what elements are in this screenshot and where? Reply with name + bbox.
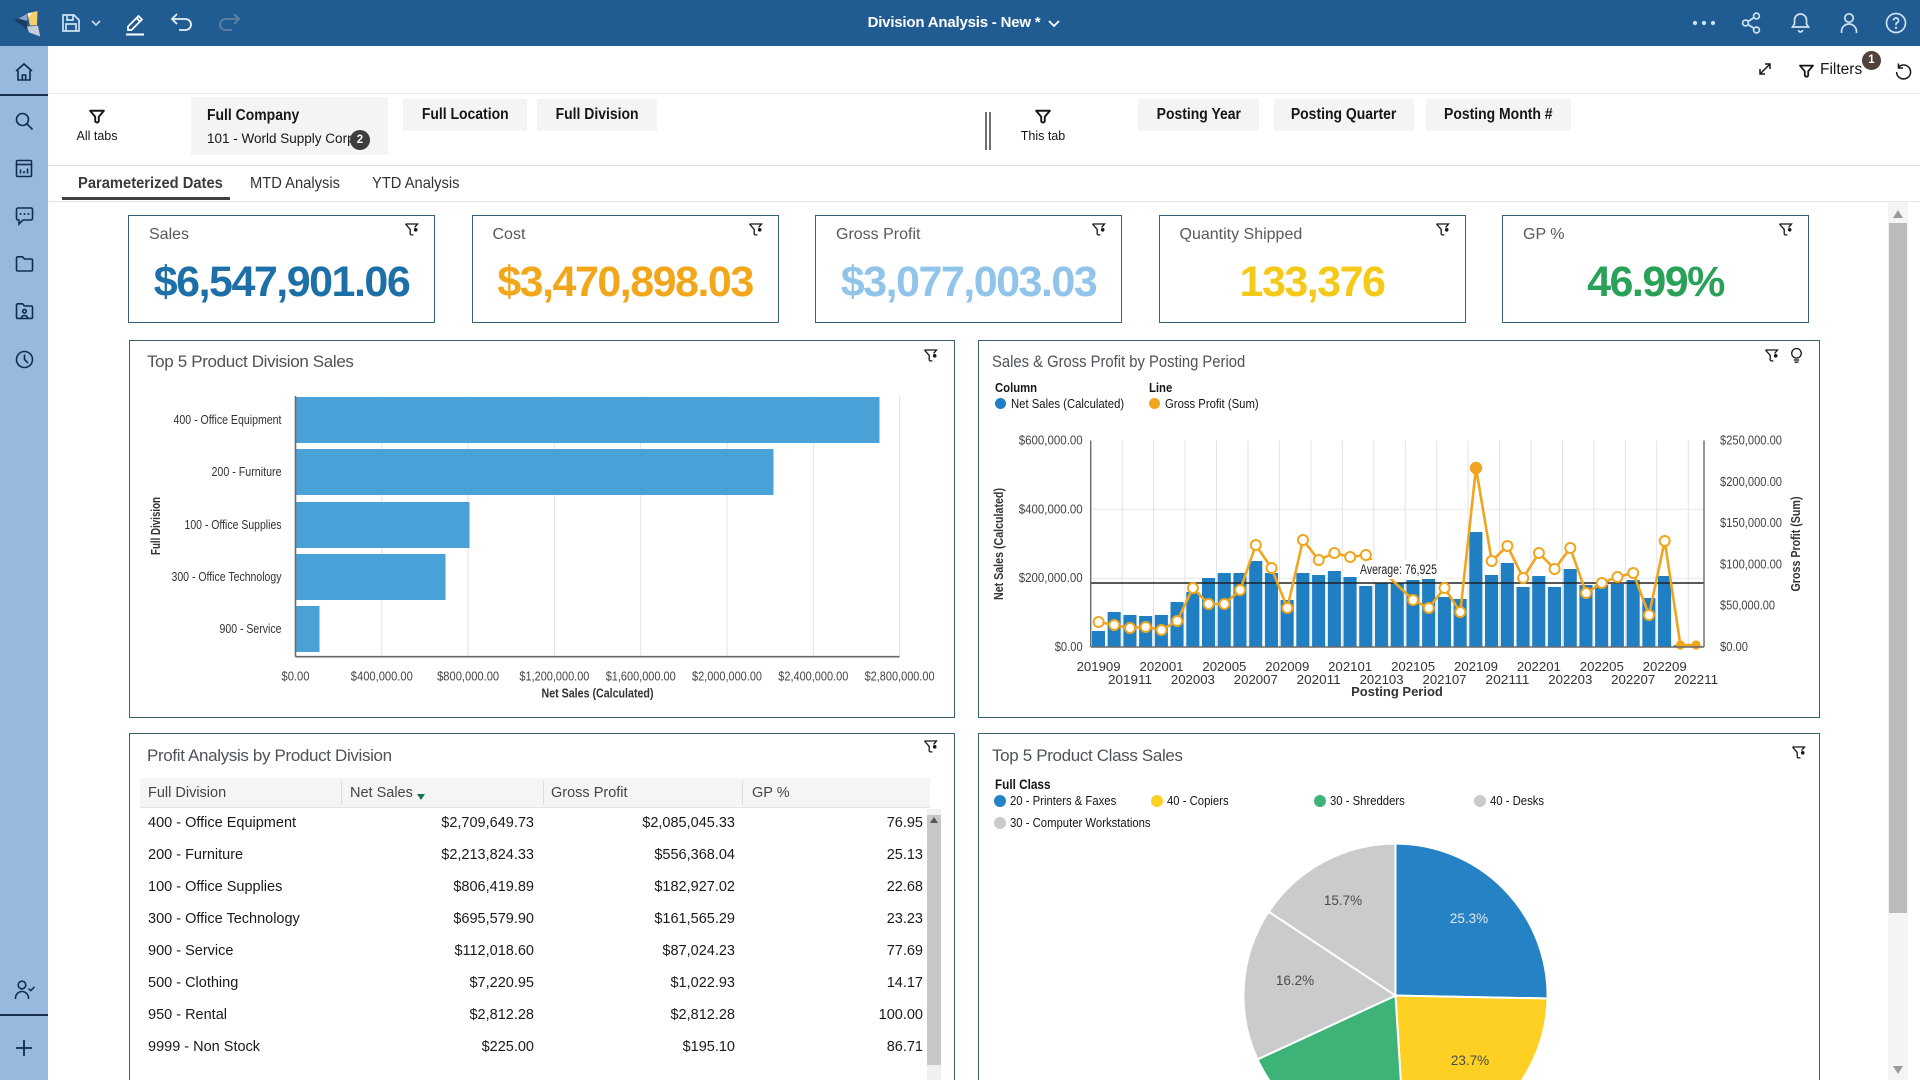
svg-text:23.7%: 23.7%: [1451, 1053, 1489, 1068]
svg-text:25.3%: 25.3%: [1450, 911, 1488, 926]
svg-text:202211: 202211: [1674, 673, 1718, 687]
svg-text:$1,600,000.00: $1,600,000.00: [606, 670, 676, 684]
svg-text:Gross Profit (Sum): Gross Profit (Sum): [1789, 497, 1803, 592]
svg-text:$400,000.00: $400,000.00: [1019, 502, 1083, 516]
svg-text:$250,000.00: $250,000.00: [1720, 434, 1782, 448]
svg-text:202201: 202201: [1517, 660, 1561, 674]
svg-text:$200,000.00: $200,000.00: [1019, 571, 1083, 585]
svg-text:400 - Office Equipment: 400 - Office Equipment: [174, 413, 282, 427]
svg-text:201909: 201909: [1077, 660, 1121, 674]
svg-text:$150,000.00: $150,000.00: [1720, 516, 1782, 530]
svg-text:900 - Service: 900 - Service: [220, 622, 282, 636]
svg-text:16.2%: 16.2%: [1276, 973, 1314, 988]
svg-text:$100,000.00: $100,000.00: [1720, 557, 1782, 571]
svg-text:$400,000.00: $400,000.00: [351, 670, 413, 684]
svg-text:$2,800,000.00: $2,800,000.00: [865, 670, 935, 684]
svg-text:202101: 202101: [1328, 660, 1372, 674]
svg-text:202105: 202105: [1391, 660, 1435, 674]
svg-text:Posting Period: Posting Period: [1351, 684, 1443, 699]
svg-text:202109: 202109: [1454, 660, 1498, 674]
svg-text:202203: 202203: [1548, 673, 1592, 687]
svg-text:300 - Office Technology: 300 - Office Technology: [172, 570, 283, 584]
svg-text:202005: 202005: [1202, 660, 1246, 674]
svg-text:$0.00: $0.00: [1720, 640, 1748, 654]
svg-text:$2,400,000.00: $2,400,000.00: [778, 670, 848, 684]
svg-text:$50,000.00: $50,000.00: [1720, 599, 1775, 613]
svg-text:202009: 202009: [1265, 660, 1309, 674]
svg-text:202007: 202007: [1234, 673, 1278, 687]
svg-text:202205: 202205: [1580, 660, 1624, 674]
svg-text:Net Sales (Calculated): Net Sales (Calculated): [992, 488, 1006, 600]
svg-text:201911: 201911: [1108, 673, 1152, 687]
svg-text:$800,000.00: $800,000.00: [437, 670, 499, 684]
svg-text:$200,000.00: $200,000.00: [1720, 475, 1782, 489]
svg-text:$0.00: $0.00: [1055, 640, 1083, 654]
svg-text:202209: 202209: [1643, 660, 1687, 674]
svg-text:$2,000,000.00: $2,000,000.00: [692, 670, 762, 684]
svg-text:$0.00: $0.00: [282, 670, 310, 684]
svg-text:$1,200,000.00: $1,200,000.00: [519, 670, 589, 684]
svg-text:200 - Furniture: 200 - Furniture: [212, 465, 282, 479]
svg-text:202111: 202111: [1485, 673, 1529, 687]
svg-text:$600,000.00: $600,000.00: [1019, 434, 1083, 448]
svg-text:Full Division: Full Division: [149, 497, 163, 555]
svg-text:15.7%: 15.7%: [1324, 893, 1362, 908]
svg-text:Average: 76,925: Average: 76,925: [1360, 562, 1437, 577]
svg-text:202003: 202003: [1171, 673, 1215, 687]
svg-text:202001: 202001: [1140, 660, 1184, 674]
svg-text:100 - Office Supplies: 100 - Office Supplies: [185, 518, 282, 532]
svg-text:202011: 202011: [1297, 673, 1341, 687]
svg-text:Net Sales (Calculated): Net Sales (Calculated): [542, 687, 654, 701]
svg-text:202207: 202207: [1611, 673, 1655, 687]
